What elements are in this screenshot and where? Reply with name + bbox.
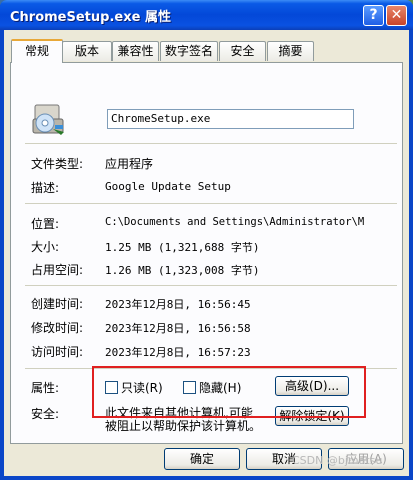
dialog-client: 常规 版本 兼容性 数字签名 安全 摘要 ChromeSetup.exe 文件类… <box>4 30 409 476</box>
divider <box>25 143 397 144</box>
created-value: 2023年12月8日, 16:56:45 <box>105 298 251 311</box>
disk-size-value: 1.26 MB (1,323,008 字节) <box>105 264 260 277</box>
tab-security[interactable]: 安全 <box>219 41 266 61</box>
window-title: ChromeSetup.exe 属性 <box>10 10 171 25</box>
close-icon: ✕ <box>390 7 403 23</box>
tab-digital-signature[interactable]: 数字签名 <box>160 41 218 61</box>
disk-size-label: 占用空间: <box>31 263 84 277</box>
watermark: CSDN @bjmatsu <box>292 454 383 467</box>
tab-summary[interactable]: 摘要 <box>267 41 314 61</box>
installer-icon <box>31 103 67 137</box>
accessed-value: 2023年12月8日, 16:57:23 <box>105 346 251 359</box>
accessed-label: 访问时间: <box>31 345 84 359</box>
location-value: C:\Documents and Settings\Administrator\… <box>105 216 365 228</box>
location-label: 位置: <box>31 217 60 231</box>
title-bar[interactable]: ChromeSetup.exe 属性 ? ✕ <box>0 0 413 30</box>
modified-value: 2023年12月8日, 16:56:58 <box>105 322 251 335</box>
created-label: 创建时间: <box>31 297 84 311</box>
security-text-line2: 被阻止以帮助保护该计算机。 <box>105 419 262 433</box>
file-type-value: 应用程序 <box>105 157 154 171</box>
description-value: Google Update Setup <box>105 180 231 193</box>
divider <box>25 285 397 286</box>
security-label: 安全: <box>31 407 60 421</box>
close-button[interactable]: ✕ <box>386 5 407 26</box>
modified-label: 修改时间: <box>31 321 84 335</box>
tab-label: 兼容性 <box>117 44 154 58</box>
tab-label: 安全 <box>230 44 255 58</box>
tab-label: 摘要 <box>278 44 303 58</box>
tab-general[interactable]: 常规 <box>11 39 63 63</box>
help-button[interactable]: ? <box>363 5 384 26</box>
tab-version[interactable]: 版本 <box>62 41 112 61</box>
filename-input[interactable]: ChromeSetup.exe <box>107 109 354 129</box>
file-type-label: 文件类型: <box>31 157 84 171</box>
help-icon: ? <box>369 7 378 23</box>
tab-compatibility[interactable]: 兼容性 <box>112 41 159 61</box>
attributes-label: 属性: <box>31 381 60 395</box>
size-value: 1.25 MB (1,321,688 字节) <box>105 241 260 254</box>
tab-label: 版本 <box>74 44 99 58</box>
properties-window: ChromeSetup.exe 属性 ? ✕ 常规 版本 兼容性 数字签名 安全… <box>0 0 413 480</box>
description-label: 描述: <box>31 181 60 195</box>
size-label: 大小: <box>31 240 60 254</box>
tab-label: 数字签名 <box>164 44 213 58</box>
divider <box>25 203 397 204</box>
tab-label: 常规 <box>24 44 49 58</box>
highlight-box <box>92 366 366 418</box>
ok-button[interactable]: 确定 <box>164 448 240 470</box>
